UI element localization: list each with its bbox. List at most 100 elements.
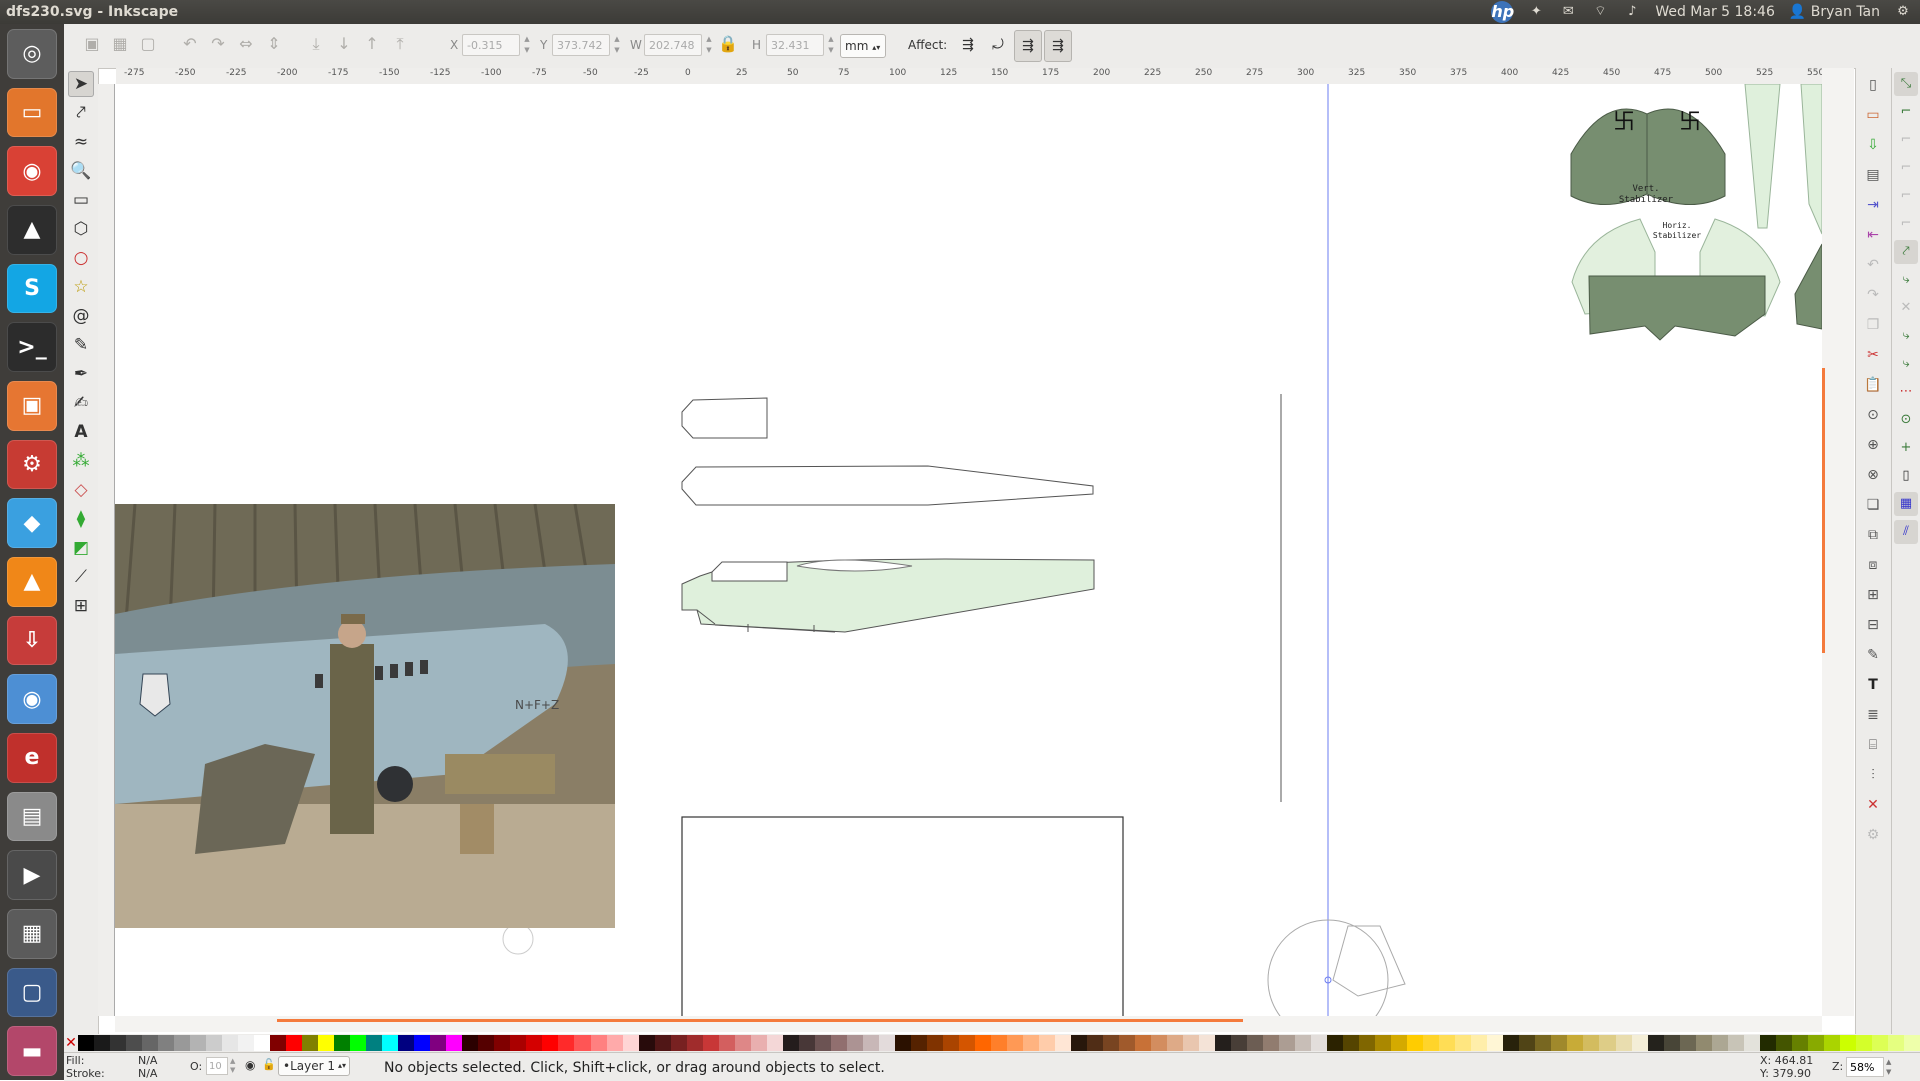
palette-swatch[interactable] xyxy=(846,1035,863,1051)
palette-swatch[interactable] xyxy=(990,1035,1007,1051)
affect-stroke-width-button[interactable]: ⇶ xyxy=(954,30,982,62)
palette-swatch[interactable] xyxy=(1855,1035,1872,1051)
paste-icon[interactable]: 📋 xyxy=(1860,372,1886,398)
snap-bbox-corner-icon[interactable]: ⌐ xyxy=(1894,156,1918,180)
vertical-scrollbar[interactable] xyxy=(1822,68,1854,1016)
palette-swatch[interactable] xyxy=(734,1035,751,1051)
palette-swatch[interactable] xyxy=(1871,1035,1888,1051)
palette-swatch[interactable] xyxy=(782,1035,799,1051)
launcher-workspace-switcher-icon[interactable]: ▢ xyxy=(7,967,57,1018)
palette-swatch[interactable] xyxy=(1151,1035,1168,1051)
snap-bbox-edge-icon[interactable]: ⌐ xyxy=(1894,128,1918,152)
palette-swatch[interactable] xyxy=(1167,1035,1184,1051)
palette-swatch[interactable] xyxy=(1679,1035,1696,1051)
palette-swatch[interactable] xyxy=(382,1035,399,1051)
affect-gradients-button[interactable]: ⇶ xyxy=(1014,30,1042,62)
h-field[interactable] xyxy=(766,34,824,56)
palette-swatch[interactable] xyxy=(1759,1035,1776,1051)
rectangle-tool-icon[interactable]: ▭ xyxy=(68,187,94,213)
palette-swatch[interactable] xyxy=(1903,1035,1920,1051)
rotate-cw-icon[interactable]: ↷ xyxy=(208,34,228,54)
small-circle-shape[interactable] xyxy=(502,923,534,955)
snap-bbox-icon[interactable]: ⌐ xyxy=(1894,100,1918,124)
cut-icon[interactable]: ✂ xyxy=(1860,342,1886,368)
palette-swatch[interactable] xyxy=(1215,1035,1232,1051)
palette-swatch[interactable] xyxy=(1455,1035,1472,1051)
launcher-printer-icon[interactable]: ▤ xyxy=(7,791,57,842)
w-field[interactable] xyxy=(644,34,702,56)
palette-swatch[interactable] xyxy=(1663,1035,1680,1051)
ellipse-tool-icon[interactable]: ○ xyxy=(68,245,94,271)
palette-swatch[interactable] xyxy=(1791,1035,1808,1051)
palette-swatch[interactable] xyxy=(1807,1035,1824,1051)
launcher-chrome-icon[interactable]: ◉ xyxy=(7,146,57,197)
stroke-value[interactable]: N/A xyxy=(138,1067,157,1080)
nose-piece-shape[interactable] xyxy=(681,397,768,439)
launcher-inkscape-icon[interactable]: ▲ xyxy=(7,205,57,255)
snap-rotation-center-icon[interactable]: + xyxy=(1894,436,1918,460)
horiz-stabilizer-shape[interactable]: Horiz. Stabilizer xyxy=(1571,218,1781,341)
raise-icon[interactable]: ↑ xyxy=(362,34,382,54)
flip-vertical-icon[interactable]: ⇕ xyxy=(264,34,284,54)
spar-shape-1[interactable] xyxy=(1744,84,1781,229)
vertical-ruler[interactable] xyxy=(98,84,115,1016)
node-tool-icon[interactable]: ⤤ xyxy=(68,100,94,126)
palette-swatch[interactable] xyxy=(1006,1035,1023,1051)
star-tool-icon[interactable]: ☆ xyxy=(68,274,94,300)
palette-swatch[interactable] xyxy=(1022,1035,1039,1051)
preferences-icon[interactable]: ✕ xyxy=(1860,792,1886,818)
unlink-clone-icon[interactable]: ⧈ xyxy=(1860,552,1886,578)
volume-icon[interactable]: ♪ xyxy=(1623,4,1641,20)
affect-rounded-corners-button[interactable]: ⤾ xyxy=(984,30,1012,62)
palette-swatch[interactable] xyxy=(558,1035,575,1051)
palette-swatch[interactable] xyxy=(1503,1035,1520,1051)
palette-swatch[interactable] xyxy=(1231,1035,1248,1051)
palette-swatch[interactable] xyxy=(1119,1035,1136,1051)
palette-swatch[interactable] xyxy=(1551,1035,1568,1051)
fill-value[interactable]: N/A xyxy=(138,1054,157,1067)
snap-page-icon[interactable]: ▯ xyxy=(1894,464,1918,488)
palette-swatch[interactable] xyxy=(1038,1035,1055,1051)
palette-swatch[interactable] xyxy=(1615,1035,1632,1051)
palette-swatch[interactable] xyxy=(862,1035,879,1051)
palette-swatch[interactable] xyxy=(1439,1035,1456,1051)
palette-swatch[interactable] xyxy=(1839,1035,1856,1051)
palette-swatch[interactable] xyxy=(974,1035,991,1051)
palette-swatch[interactable] xyxy=(1487,1035,1504,1051)
print-icon[interactable]: ▤ xyxy=(1860,162,1886,188)
opacity-spinner[interactable]: ▲ ▼ xyxy=(230,1057,235,1075)
palette-swatch[interactable] xyxy=(1279,1035,1296,1051)
palette-swatch[interactable] xyxy=(1519,1035,1536,1051)
calligraphy-tool-icon[interactable]: ✍ xyxy=(68,390,94,416)
reference-photo[interactable]: N+F+Z xyxy=(115,504,615,928)
launcher-terminal-icon[interactable]: >_ xyxy=(7,322,57,373)
text-tool-icon[interactable]: A xyxy=(68,419,94,445)
launcher-dash-home-icon[interactable]: ◎ xyxy=(7,29,57,79)
launcher-files-icon[interactable]: ▭ xyxy=(7,87,57,138)
palette-swatch[interactable] xyxy=(894,1035,911,1051)
palette-swatch[interactable] xyxy=(542,1035,559,1051)
align-distribute-icon[interactable]: ⫶ xyxy=(1860,762,1886,788)
palette-swatch[interactable] xyxy=(1471,1035,1488,1051)
palette-swatch[interactable] xyxy=(1823,1035,1840,1051)
group-icon[interactable]: ⊞ xyxy=(1860,582,1886,608)
palette-swatch[interactable] xyxy=(814,1035,831,1051)
launcher-dropbox-icon[interactable]: ◆ xyxy=(7,498,57,549)
mail-icon[interactable]: ✉ xyxy=(1559,4,1577,20)
palette-swatch[interactable] xyxy=(942,1035,959,1051)
gear-icon[interactable]: ⚙ xyxy=(1894,4,1912,20)
layer-lock-icon[interactable]: 🔓 xyxy=(262,1058,276,1071)
unit-select[interactable]: mm ▴▾ xyxy=(840,34,886,58)
snap-toggle-icon[interactable]: ⤡ xyxy=(1894,72,1918,96)
horizontal-ruler[interactable]: -275 -250 -225 -200 -175 -150 -125 -100 -75 -50 -2… xyxy=(116,68,1823,85)
palette-swatch[interactable] xyxy=(750,1035,767,1051)
copy-icon[interactable]: ❐ xyxy=(1860,312,1886,338)
palette-swatch[interactable] xyxy=(1695,1035,1712,1051)
palette-swatch[interactable] xyxy=(590,1035,607,1051)
ungroup-icon[interactable]: ⊟ xyxy=(1860,612,1886,638)
palette-swatch[interactable] xyxy=(1567,1035,1584,1051)
palette-swatch[interactable] xyxy=(190,1035,207,1051)
paint-bucket-tool-icon[interactable]: ⧫ xyxy=(68,506,94,532)
y-field[interactable] xyxy=(552,34,610,56)
wifi-icon[interactable]: ⌔ xyxy=(1591,4,1609,20)
